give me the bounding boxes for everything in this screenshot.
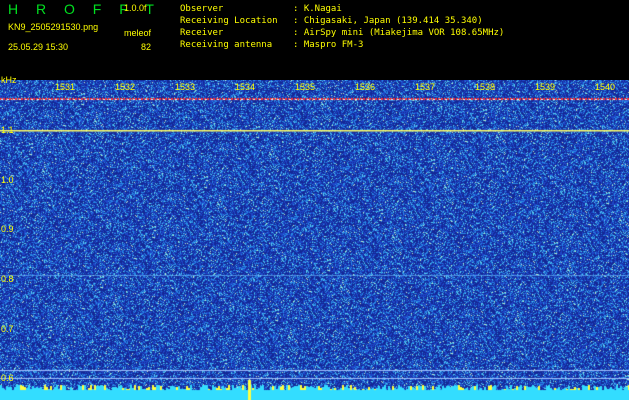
x-tick-label: 1539 <box>535 82 556 92</box>
info-key: Receiver <box>180 28 224 38</box>
y-tick-label: 1.1 <box>1 125 14 135</box>
info-row-observer: Observer : K.Nagai <box>180 4 342 14</box>
x-tick-label: 1540 <box>595 82 616 92</box>
meter-label: meleof <box>124 28 152 38</box>
x-tick-label: 1532 <box>115 82 136 92</box>
y-tick-label: 0.6 <box>1 373 14 383</box>
y-tick-label: 0.9 <box>1 224 14 234</box>
x-tick-label: 1535 <box>295 82 316 92</box>
info-key: Receiving Location <box>180 16 278 26</box>
y-tick-label: 0.8 <box>1 274 14 284</box>
x-tick-label: 1531 <box>55 82 76 92</box>
info-row-antenna: Receiving antenna : Maspro FM-3 <box>180 40 363 50</box>
file-name: KN9_2505291530.png <box>8 22 99 32</box>
date-time: 25.05.29 15:30 <box>8 42 69 52</box>
axis-unit-label: kHz <box>1 75 17 85</box>
x-tick-label: 1534 <box>235 82 256 92</box>
x-tick-label: 1537 <box>415 82 436 92</box>
meter-value: 82 <box>141 42 152 52</box>
info-key: Observer <box>180 4 224 14</box>
x-tick-label: 1536 <box>355 82 376 92</box>
x-tick-label: 1533 <box>175 82 196 92</box>
info-value: : Maspro FM-3 <box>293 40 364 50</box>
x-tick-label: 1538 <box>475 82 496 92</box>
y-tick-label: 1.0 <box>1 175 14 185</box>
y-tick-label: 0.7 <box>1 324 14 334</box>
info-row-location: Receiving Location : Chigasaki, Japan (13… <box>180 16 483 26</box>
info-key: Receiving antenna <box>180 40 273 50</box>
version-label: 1.0.0f <box>124 3 147 13</box>
info-row-receiver: Receiver : AirSpy mini (Miakejima VOR 108… <box>180 28 504 38</box>
info-value: : AirSpy mini (Miakejima VOR 108.65MHz) <box>293 28 505 38</box>
info-value: : Chigasaki, Japan (139.414 35.340) <box>293 16 483 26</box>
info-value: : K.Nagai <box>293 4 342 14</box>
spectrogram-canvas[interactable] <box>0 80 629 400</box>
